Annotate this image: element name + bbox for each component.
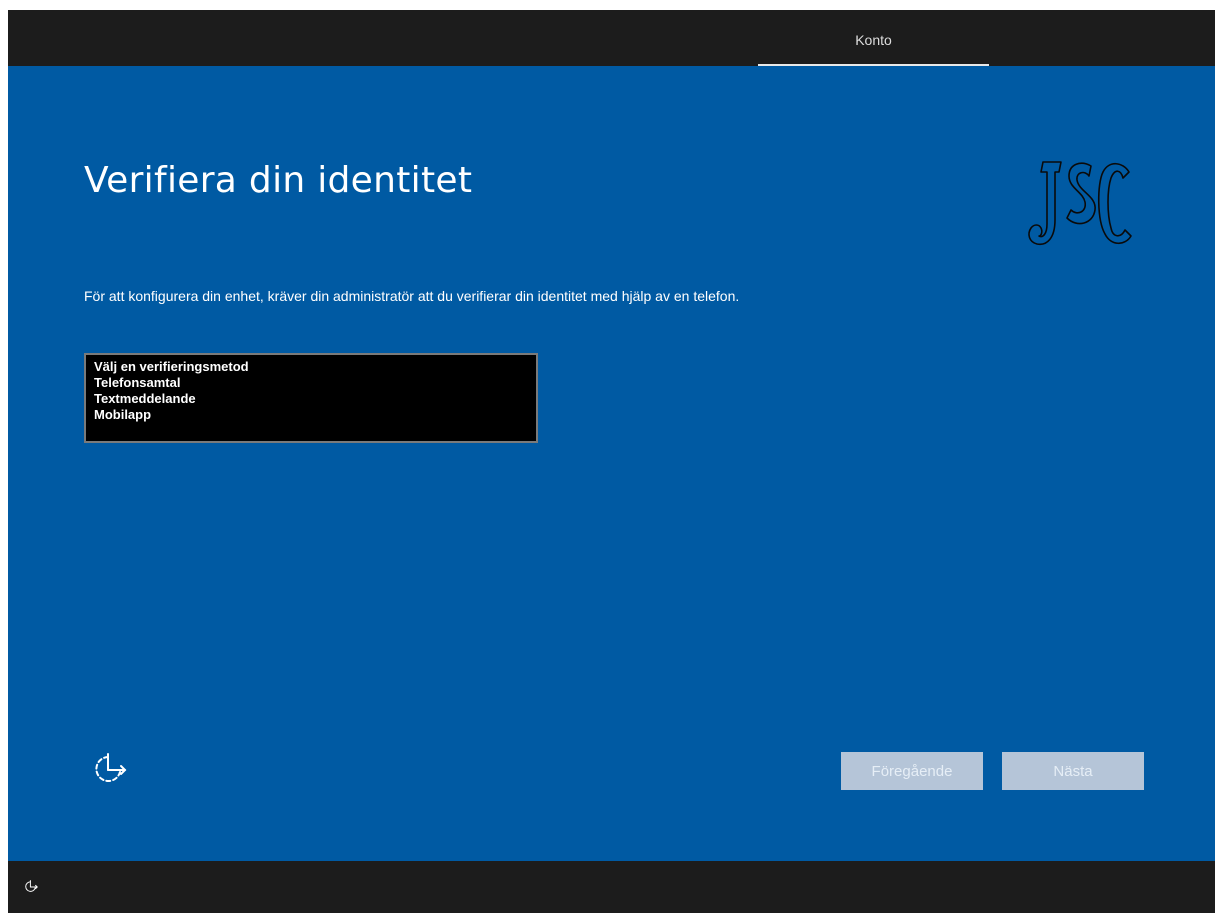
instruction-text: För att konfigurera din enhet, kräver di… <box>84 288 740 304</box>
method-option-text-message[interactable]: Textmeddelande <box>94 391 528 407</box>
method-option-mobile-app[interactable]: Mobilapp <box>94 407 528 423</box>
page-title: Verifiera din identitet <box>84 160 473 201</box>
verification-method-list[interactable]: Välj en verifieringsmetod Telefonsamtal … <box>84 353 538 443</box>
main-panel: Verifiera din identitet För att konfigur… <box>8 66 1215 861</box>
oobe-window: Konto Verifiera din identitet För att ko… <box>8 10 1215 913</box>
method-option-placeholder[interactable]: Välj en verifieringsmetod <box>94 359 528 375</box>
ease-of-access-small-icon[interactable] <box>24 879 40 895</box>
ease-of-access-icon[interactable] <box>92 752 132 788</box>
next-button[interactable]: Nästa <box>1002 752 1144 790</box>
top-bar: Konto <box>8 10 1215 66</box>
bottom-bar <box>8 861 1215 913</box>
jsc-logo <box>1028 161 1132 246</box>
method-option-phone-call[interactable]: Telefonsamtal <box>94 375 528 391</box>
tab-konto[interactable]: Konto <box>758 10 989 66</box>
previous-button[interactable]: Föregående <box>841 752 983 790</box>
